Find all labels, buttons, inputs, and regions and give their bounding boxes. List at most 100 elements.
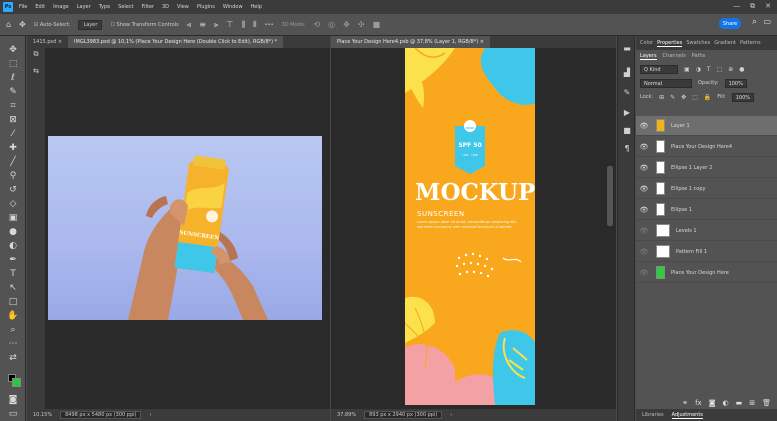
healing-tool-icon[interactable]: ✚ [7,142,19,154]
menu-file[interactable]: File [19,4,27,10]
align-top-icon[interactable]: ⊤ [226,20,233,29]
3d-roll-icon[interactable]: ◎ [328,20,335,29]
tab-properties[interactable]: Properties [657,40,683,47]
more-options-button[interactable]: ••• [265,22,274,28]
auto-select-dropdown[interactable]: Layer [78,19,103,30]
layer-row[interactable]: 👁 Place Your Design Here [636,263,777,283]
layer-row[interactable]: 👁 Ellipse 1 copy [636,179,777,199]
marquee-tool-icon[interactable]: ⬚ [7,58,19,70]
menu-edit[interactable]: Edit [35,4,45,10]
share-button[interactable]: Share [719,18,741,29]
eraser-tool-icon[interactable]: ◇ [7,198,19,210]
layer-style-icon[interactable]: fx [695,399,702,407]
lock-pixels-icon[interactable]: ⊞ [659,94,664,101]
tab-1415[interactable]: 1415.psd × [27,36,68,48]
menu-image[interactable]: Image [53,4,69,10]
adjustment-layer-icon[interactable]: ◐ [723,399,729,407]
left-status-arrow-icon[interactable]: › [149,412,151,418]
quick-mask-icon[interactable]: ◙ [7,394,19,406]
lasso-tool-icon[interactable]: ℓ [7,72,19,84]
filter-adjust-icon[interactable]: ◑ [696,66,701,73]
zoom-tool-icon[interactable]: ⌕ [7,324,19,336]
brush-tool-icon[interactable]: ╱ [7,156,19,168]
quick-select-tool-icon[interactable]: ✎ [7,86,19,98]
tab-place-your-design[interactable]: Place Your Design Here4.psb @ 37,8% (Lay… [331,36,490,48]
home-icon[interactable]: ⌂ [6,20,11,29]
brush-settings-icon[interactable]: ✎ [622,88,632,98]
kind-filter-dropdown[interactable]: Q Kind [640,64,678,74]
search-icon[interactable]: ⌕ [752,17,757,27]
layer-row[interactable]: 👁 Place Your Design Here4 [636,137,777,157]
layer-row[interactable]: 👁 Ellipse 1 Layer 2 [636,158,777,178]
mockup-artboard[interactable]: SPF 50 UVA · UVB MOCKUP SUNSCREEN Lorem … [405,48,535,405]
info-icon[interactable]: ■ [622,126,632,136]
more-tools-icon[interactable]: ⋯ [7,338,19,350]
lock-all-icon[interactable]: 🔒 [704,94,711,101]
tab-layers[interactable]: Layers [640,53,657,60]
tab-swatches[interactable]: Swatches [686,40,710,46]
tab-adjustments[interactable]: Adjustments [671,412,703,419]
eyedropper-tool-icon[interactable]: ⁄ [7,128,19,140]
move-tool-icon[interactable]: ✥ [7,44,19,56]
screen-mode-icon[interactable]: ▭ [7,408,19,420]
filter-pixel-icon[interactable]: ▣ [684,66,690,73]
distribute-icon[interactable]: ⫼ [241,20,245,30]
background-color-swatch[interactable] [12,378,21,387]
menu-select[interactable]: Select [118,4,133,10]
close-icon[interactable]: ✕ [765,2,771,11]
opacity-field[interactable]: 100% [724,78,747,88]
layer-row[interactable]: 👁 Layer 1 [636,116,777,136]
tab-color[interactable]: Color [640,40,653,46]
filter-toggle-icon[interactable]: ● [739,66,744,73]
move-tool-icon[interactable]: ✥ [19,20,26,29]
tab-paths[interactable]: Paths [692,53,706,59]
blur-tool-icon[interactable]: ● [7,226,19,238]
3d-orbit-icon[interactable]: ⟲ [313,20,320,29]
restore-icon[interactable]: ⧉ [750,2,755,11]
3d-pan-icon[interactable]: ✥ [343,20,350,29]
paragraph-icon[interactable]: ¶ [622,144,632,154]
menu-help[interactable]: Help [251,4,262,10]
show-transform-checkbox[interactable]: ☐ Show Transform Controls [110,22,178,28]
dodge-tool-icon[interactable]: ◐ [7,240,19,252]
visibility-eye-icon[interactable]: 👁 [638,269,650,277]
filter-smart-icon[interactable]: ⊕ [728,66,733,73]
workspace-icon[interactable]: ▭ [763,17,771,26]
visibility-eye-icon[interactable]: 👁 [638,206,650,214]
lock-position-icon[interactable]: ✥ [681,94,686,101]
filter-type-icon[interactable]: T [707,66,711,73]
adjust-icon[interactable]: ⇆ [27,67,45,75]
menu-layer[interactable]: Layer [77,4,91,10]
align-left-icon[interactable]: ⫷ [187,20,192,30]
right-zoom-level[interactable]: 37,89% [337,412,356,418]
trash-icon[interactable]: 🗑 [762,399,771,407]
add-mask-icon[interactable]: ◙ [709,399,716,407]
lock-paint-icon[interactable]: ✎ [670,94,675,101]
link-layers-icon[interactable]: ⚭ [682,399,688,407]
visibility-eye-icon[interactable]: 👁 [638,122,650,130]
left-zoom-level[interactable]: 10,15% [33,412,52,418]
crop-tool-icon[interactable]: ⌗ [7,100,19,112]
layer-row[interactable]: 👁 Levels 1 [636,221,777,241]
filter-shape-icon[interactable]: ⬚ [717,66,723,73]
minimize-icon[interactable]: — [733,2,740,11]
tab-gradient[interactable]: Gradient [714,40,736,46]
frame-tool-icon[interactable]: ⊠ [7,114,19,126]
tab-libraries[interactable]: Libraries [642,412,664,418]
tab-channels[interactable]: Channels [663,53,686,59]
tab-imgl3983[interactable]: IMGL3983.psd @ 10,1% (Place Your Design … [68,36,284,48]
layer-row[interactable]: 👁 Pattern Fill 1 [636,242,777,262]
align-center-icon[interactable]: ≡ [199,20,206,29]
rectangle-tool-icon[interactable]: □ [7,296,19,308]
visibility-eye-icon[interactable]: 👁 [638,164,650,172]
3d-slide-icon[interactable]: ✣ [358,20,365,29]
hand-tool-icon[interactable]: ✋ [7,310,19,322]
new-layer-icon[interactable]: ⊞ [749,399,755,407]
chat-icon[interactable]: ▬ [622,44,632,54]
pen-tool-icon[interactable]: ✒ [7,254,19,266]
right-status-arrow-icon[interactable]: › [450,412,452,418]
visibility-eye-icon[interactable]: 👁 [638,185,650,193]
lock-artboard-icon[interactable]: ⬚ [692,94,698,101]
layer-row[interactable]: 👁 Ellipse 1 [636,200,777,220]
tab-patterns[interactable]: Patterns [740,40,761,46]
